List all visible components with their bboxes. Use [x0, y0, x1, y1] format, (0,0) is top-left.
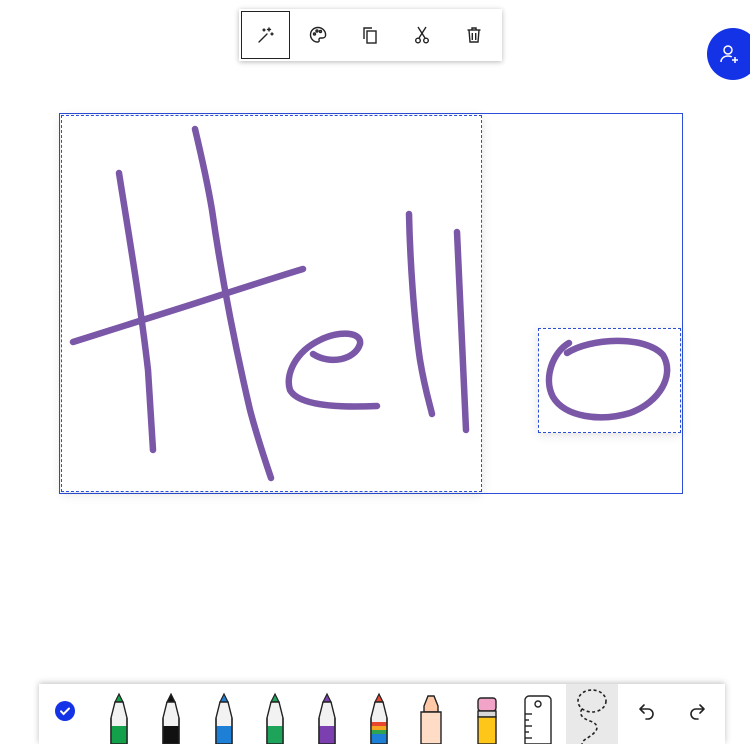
- lasso-tool[interactable]: [566, 684, 618, 744]
- eraser-pencil-icon: [477, 697, 497, 744]
- pen-purple[interactable]: [310, 692, 344, 744]
- undo-icon: [639, 704, 654, 720]
- pen-black[interactable]: [154, 692, 188, 744]
- pen-icon: [370, 692, 388, 744]
- pen-blue[interactable]: [207, 692, 241, 744]
- ink-group-hell[interactable]: [61, 115, 482, 492]
- delete-button[interactable]: [450, 11, 499, 59]
- copy-button[interactable]: [345, 11, 394, 59]
- highlighter-icon: [420, 695, 442, 744]
- ink-group-o[interactable]: [538, 328, 681, 433]
- highlighter-peach[interactable]: [414, 692, 448, 744]
- ink-effects-button[interactable]: [241, 11, 291, 59]
- check-badge[interactable]: [55, 701, 75, 721]
- selection-toolbar: [239, 9, 502, 61]
- add-person-icon: [720, 45, 738, 63]
- pencil-eraser[interactable]: [470, 692, 504, 744]
- pen-green[interactable]: [102, 692, 136, 744]
- color-button[interactable]: [293, 11, 342, 59]
- scissors-icon: [415, 26, 430, 44]
- copy-icon: [363, 27, 377, 44]
- redo-icon: [690, 704, 705, 720]
- pen-icon: [266, 692, 284, 744]
- pen-toolbar: [39, 684, 725, 744]
- magic-wand-icon: [257, 27, 274, 43]
- add-person-button[interactable]: [707, 28, 750, 80]
- checkmark-icon: [60, 707, 70, 716]
- pen-icon: [110, 692, 128, 744]
- cut-button[interactable]: [398, 11, 447, 59]
- trash-icon: [467, 27, 481, 43]
- undo-button[interactable]: [634, 700, 658, 724]
- pen-rainbow[interactable]: [362, 692, 396, 744]
- redo-button[interactable]: [686, 700, 710, 724]
- lasso-icon: [577, 689, 607, 744]
- ruler-icon: [524, 695, 552, 744]
- pen-icon: [215, 692, 233, 744]
- pen-icon: [162, 692, 180, 744]
- pen-icon: [318, 692, 336, 744]
- ruler-tool[interactable]: [521, 692, 555, 744]
- pen-green-2[interactable]: [258, 692, 292, 744]
- palette-icon: [309, 26, 327, 43]
